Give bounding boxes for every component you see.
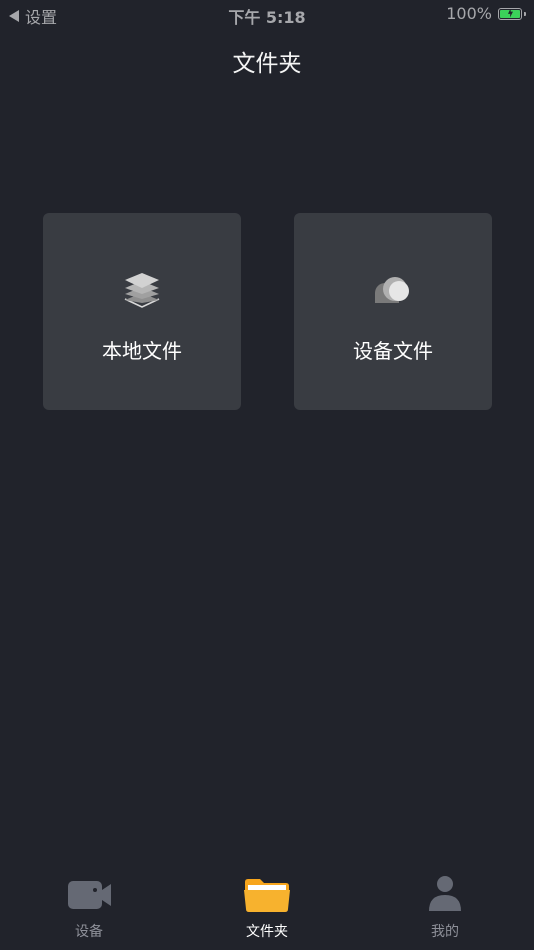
video-camera-icon <box>68 881 111 909</box>
tab-me-label: 我的 <box>431 924 459 940</box>
person-icon <box>429 876 461 911</box>
local-files-label: 本地文件 <box>102 339 182 363</box>
layers-icon <box>124 273 160 308</box>
local-files-card[interactable]: 本地文件 <box>43 213 241 410</box>
battery-percent: 100% <box>446 4 492 23</box>
folder-icon <box>244 879 290 912</box>
tab-me[interactable]: 我的 <box>356 870 534 950</box>
status-bar: 设置 下午 5:18 100% <box>0 0 534 30</box>
device-files-label: 设备文件 <box>353 339 433 363</box>
tab-devices[interactable]: 设备 <box>0 870 178 950</box>
status-right: 100% <box>446 4 526 23</box>
tab-devices-label: 设备 <box>75 924 103 940</box>
tab-folders[interactable]: 文件夹 <box>178 870 356 950</box>
battery-icon <box>498 7 526 20</box>
tab-folders-label: 文件夹 <box>246 924 288 940</box>
cloud-icon <box>375 277 409 303</box>
page-title: 文件夹 <box>232 51 302 77</box>
tab-bar: 设备 文件夹 我的 <box>0 870 534 950</box>
device-files-card[interactable]: 设备文件 <box>294 213 492 410</box>
folder-screen: 设置 下午 5:18 100% 文件夹 本地文件 设备文件 设备 文件夹 我的 <box>0 0 534 950</box>
battery-fill <box>500 9 520 18</box>
battery-cap <box>524 11 526 16</box>
